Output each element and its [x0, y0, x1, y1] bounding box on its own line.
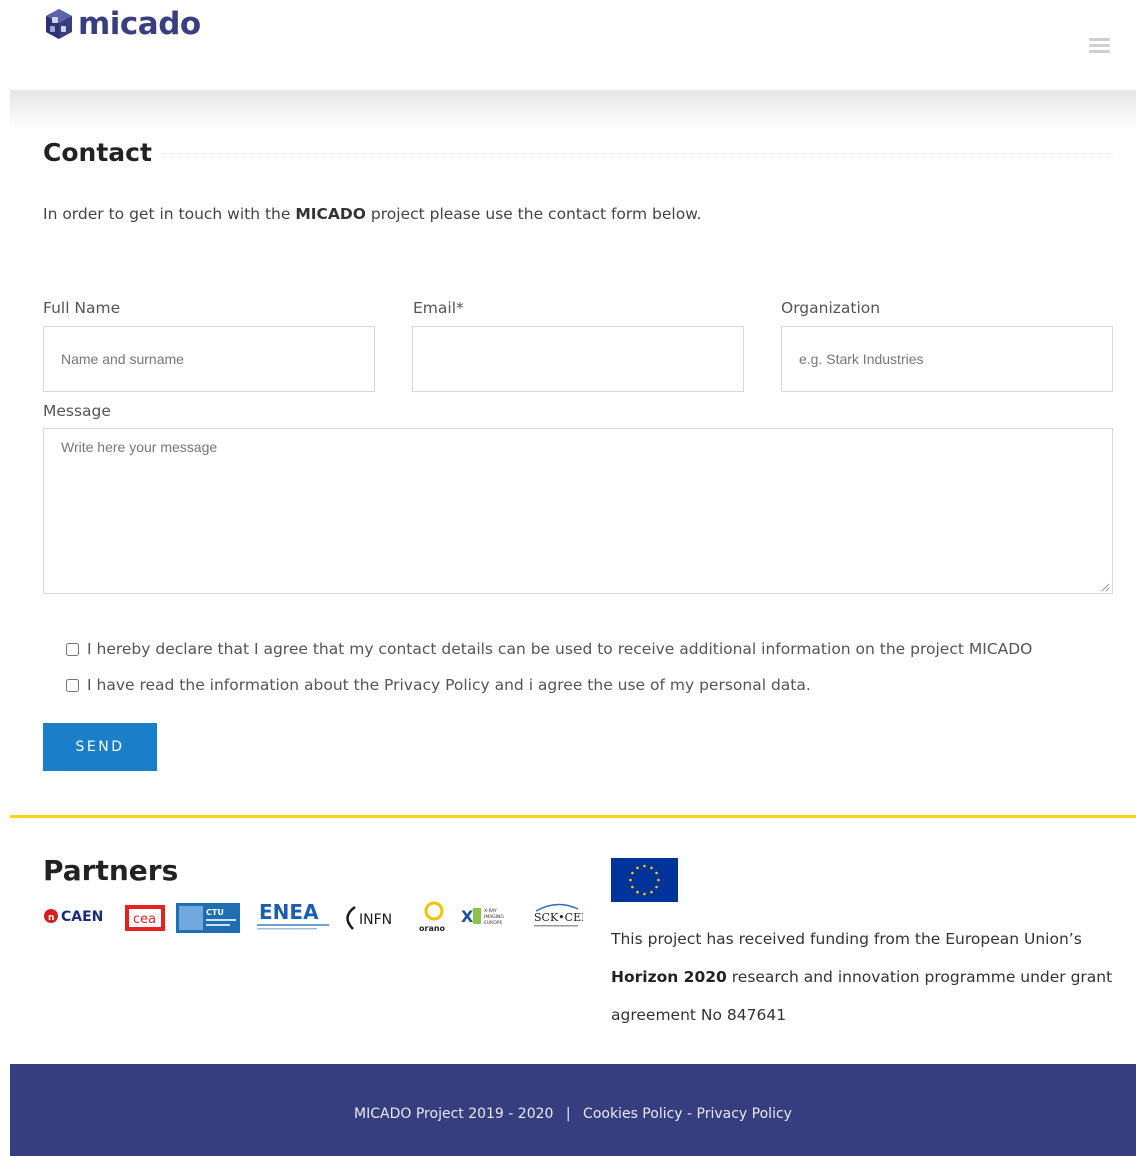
email-label: Email* [413, 299, 464, 317]
logo-text: micado [78, 6, 201, 42]
ctu-logo: CTU [176, 903, 240, 933]
full-name-label: Full Name [43, 299, 121, 317]
footer-copyright: MICADO Project 2019 - 2020 [354, 1106, 554, 1122]
svg-text:INFN: INFN [359, 912, 392, 928]
site-logo[interactable]: micado [44, 6, 201, 42]
sck-cen-logo: SCK•CEN [534, 903, 583, 927]
resize-handle-icon[interactable] [1101, 583, 1110, 592]
xie-logo: X X-RAY IMAGING EUROPE [461, 907, 504, 926]
enea-logo: ENEA [257, 900, 329, 930]
message-textarea[interactable] [43, 428, 1113, 594]
svg-text:cea: cea [133, 912, 156, 927]
cea-logo: cea [125, 905, 165, 931]
contact-intro: In order to get in touch with the MICADO… [43, 205, 702, 223]
micado-cube-icon [46, 9, 72, 39]
consent-privacy-row[interactable]: I have read the information about the Pr… [66, 676, 811, 694]
caen-logo: n CAEN [44, 909, 103, 925]
svg-text:orano: orano [419, 924, 446, 933]
infn-logo: INFN [346, 905, 392, 930]
send-button[interactable]: SEND [43, 723, 157, 771]
funding-programme: Horizon 2020 [611, 968, 727, 986]
site-header: micado [0, 0, 1136, 92]
page-title: Contact [43, 138, 160, 167]
eu-flag-icon [611, 858, 678, 902]
svg-text:n: n [48, 913, 54, 923]
svg-text:IMAGING: IMAGING [484, 914, 504, 920]
footer-separator: | [565, 1106, 571, 1122]
consent-privacy-label: I have read the information about the Pr… [87, 676, 811, 694]
message-label: Message [43, 402, 111, 420]
partners-title: Partners [43, 854, 179, 887]
consent-contact-label: I hereby declare that I agree that my co… [87, 640, 1033, 658]
hamburger-menu-icon[interactable] [1089, 38, 1110, 54]
footer-text: MICADO Project 2019 - 2020 | Cookies Pol… [354, 1106, 792, 1122]
consent-contact-checkbox[interactable] [66, 642, 79, 656]
email-input[interactable] [412, 326, 744, 392]
organization-input[interactable] [781, 326, 1113, 392]
intro-project-name: MICADO [295, 205, 366, 223]
site-footer: MICADO Project 2019 - 2020 | Cookies Pol… [10, 1064, 1136, 1156]
svg-text:X-RAY: X-RAY [484, 908, 497, 914]
svg-text:ENEA: ENEA [259, 900, 319, 924]
svg-text:CAEN: CAEN [61, 909, 103, 925]
svg-text:X: X [461, 907, 474, 926]
privacy-policy-link[interactable]: Privacy Policy [697, 1106, 792, 1122]
organization-label: Organization [781, 299, 881, 317]
full-name-input[interactable] [43, 326, 375, 392]
orano-logo: orano [419, 901, 446, 933]
section-divider [10, 815, 1136, 818]
consent-contact-row[interactable]: I hereby declare that I agree that my co… [66, 640, 1032, 658]
svg-text:CTU: CTU [206, 908, 224, 917]
funding-statement: This project has received funding from t… [611, 930, 1113, 1024]
svg-text:EUROPE: EUROPE [484, 920, 503, 926]
consent-privacy-checkbox[interactable] [66, 678, 79, 692]
cookies-policy-link[interactable]: Cookies Policy [583, 1106, 683, 1122]
title-divider [43, 153, 1113, 154]
svg-text:SCK•CEN: SCK•CEN [534, 911, 583, 924]
header-shadow [10, 90, 1136, 130]
contact-heading: Contact [43, 138, 1113, 172]
partners-logo-strip: n CAEN cea CTU ENEA INFN orano X X-RAY I… [44, 900, 583, 933]
